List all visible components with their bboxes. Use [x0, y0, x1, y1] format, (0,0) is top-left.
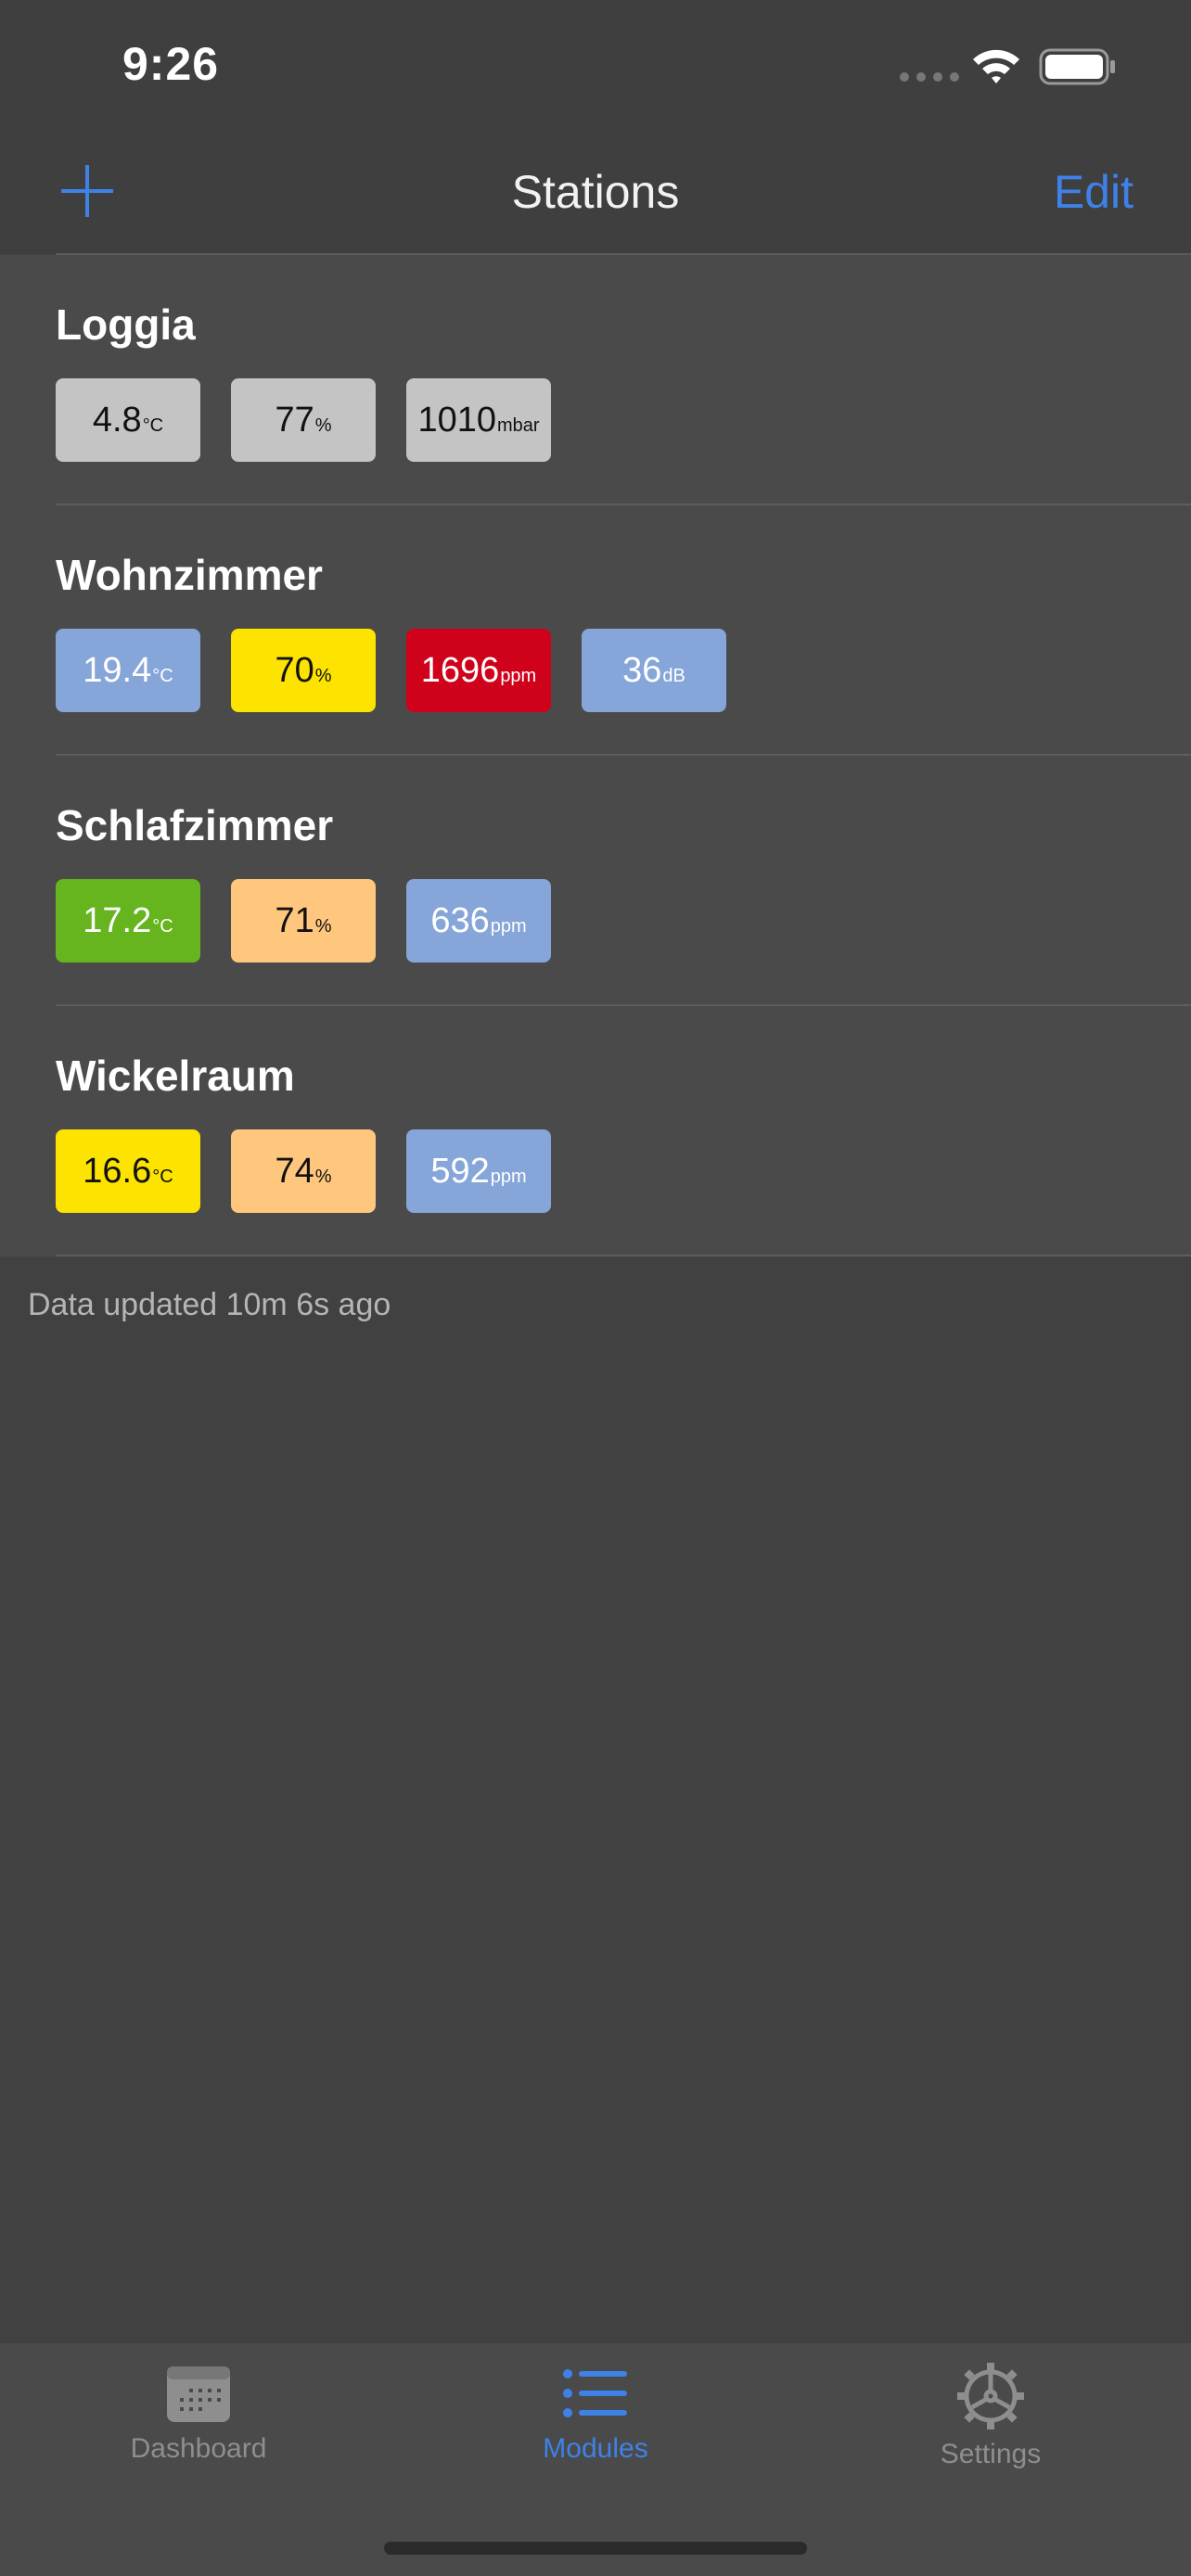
station-name: Wohnzimmer — [56, 551, 323, 599]
station-row[interactable]: Loggia 4.8 °C 77% 1010 mbar — [0, 255, 1191, 505]
reading-value: 17.2 — [83, 901, 152, 940]
reading-value: 636 — [430, 901, 490, 940]
reading-badge: 17.2 °C — [56, 879, 200, 963]
tab-label: Modules — [543, 2433, 648, 2464]
tab-label: Dashboard — [130, 2433, 267, 2464]
signal-icon — [900, 72, 959, 82]
reading-badge: 4.8 °C — [56, 378, 200, 462]
reading-unit: ppm — [490, 1167, 527, 1187]
reading-unit: % — [314, 666, 332, 686]
reading-badge: 1010 mbar — [406, 378, 551, 462]
station-row[interactable]: Wickelraum 16.6 °C 74% 592 ppm — [0, 1006, 1191, 1256]
reading-unit: °C — [152, 666, 173, 686]
wifi-icon — [973, 49, 1019, 83]
status-time: 9:26 — [122, 38, 220, 90]
reading-badge: 1696 ppm — [406, 629, 551, 712]
station-name: Loggia — [56, 300, 196, 349]
tab-dashboard[interactable]: Dashboard — [59, 2363, 338, 2465]
reading-value: 70 — [275, 651, 314, 690]
reading-badge: 19.4 °C — [56, 629, 200, 712]
reading-value: 1010 — [417, 401, 496, 440]
gear-icon — [957, 2363, 1024, 2429]
battery-icon — [1039, 48, 1115, 85]
page-title: Stations — [511, 166, 680, 218]
reading-unit: dB — [662, 666, 685, 686]
calendar-icon — [167, 2366, 230, 2422]
reading-value: 4.8 — [92, 401, 142, 440]
tab-modules[interactable]: Modules — [456, 2363, 735, 2465]
reading-badge: 36 dB — [582, 629, 726, 712]
reading-badge: 16.6 °C — [56, 1129, 200, 1213]
station-name: Schlafzimmer — [56, 801, 334, 849]
home-indicator — [384, 2542, 807, 2555]
station-name: Wickelraum — [56, 1052, 295, 1100]
reading-value: 74 — [275, 1152, 314, 1191]
station-list: Loggia 4.8 °C 77% 1010 mbar Wohnzimmer 19.4 °C 70… — [0, 255, 1191, 1256]
reading-badge: 592 ppm — [406, 1129, 551, 1213]
reading-value: 16.6 — [83, 1152, 152, 1191]
reading-value: 19.4 — [83, 651, 152, 690]
list-icon — [563, 2369, 627, 2417]
reading-value: 592 — [430, 1152, 490, 1191]
station-row[interactable]: Schlafzimmer 17.2 °C 71% 636 ppm — [0, 756, 1191, 1006]
edit-button[interactable]: Edit — [1054, 165, 1133, 219]
reading-unit: °C — [142, 415, 164, 436]
reading-value: 71 — [275, 901, 314, 940]
tab-settings[interactable]: Settings — [852, 2363, 1130, 2470]
reading-unit: °C — [152, 1167, 173, 1187]
reading-badge: 636 ppm — [406, 879, 551, 963]
row-divider — [56, 1255, 1191, 1256]
reading-unit: % — [314, 916, 332, 937]
reading-badge: 74% — [231, 1129, 376, 1213]
reading-value: 36 — [622, 651, 662, 690]
reading-value: 77 — [275, 401, 314, 440]
reading-unit: % — [314, 1167, 332, 1187]
reading-unit: ppm — [500, 666, 537, 686]
reading-unit: % — [314, 415, 332, 436]
data-updated-label: Data updated 10m 6s ago — [28, 1287, 391, 1322]
reading-badge: 70% — [231, 629, 376, 712]
reading-badge: 77% — [231, 378, 376, 462]
tab-label: Settings — [940, 2439, 1042, 2469]
reading-value: 1696 — [420, 651, 500, 690]
station-row[interactable]: Wohnzimmer 19.4 °C 70% 1696 ppm 36 dB — [0, 505, 1191, 756]
reading-badge: 71% — [231, 879, 376, 963]
reading-unit: °C — [152, 916, 173, 937]
reading-unit: ppm — [490, 916, 527, 937]
reading-unit: mbar — [496, 415, 540, 436]
